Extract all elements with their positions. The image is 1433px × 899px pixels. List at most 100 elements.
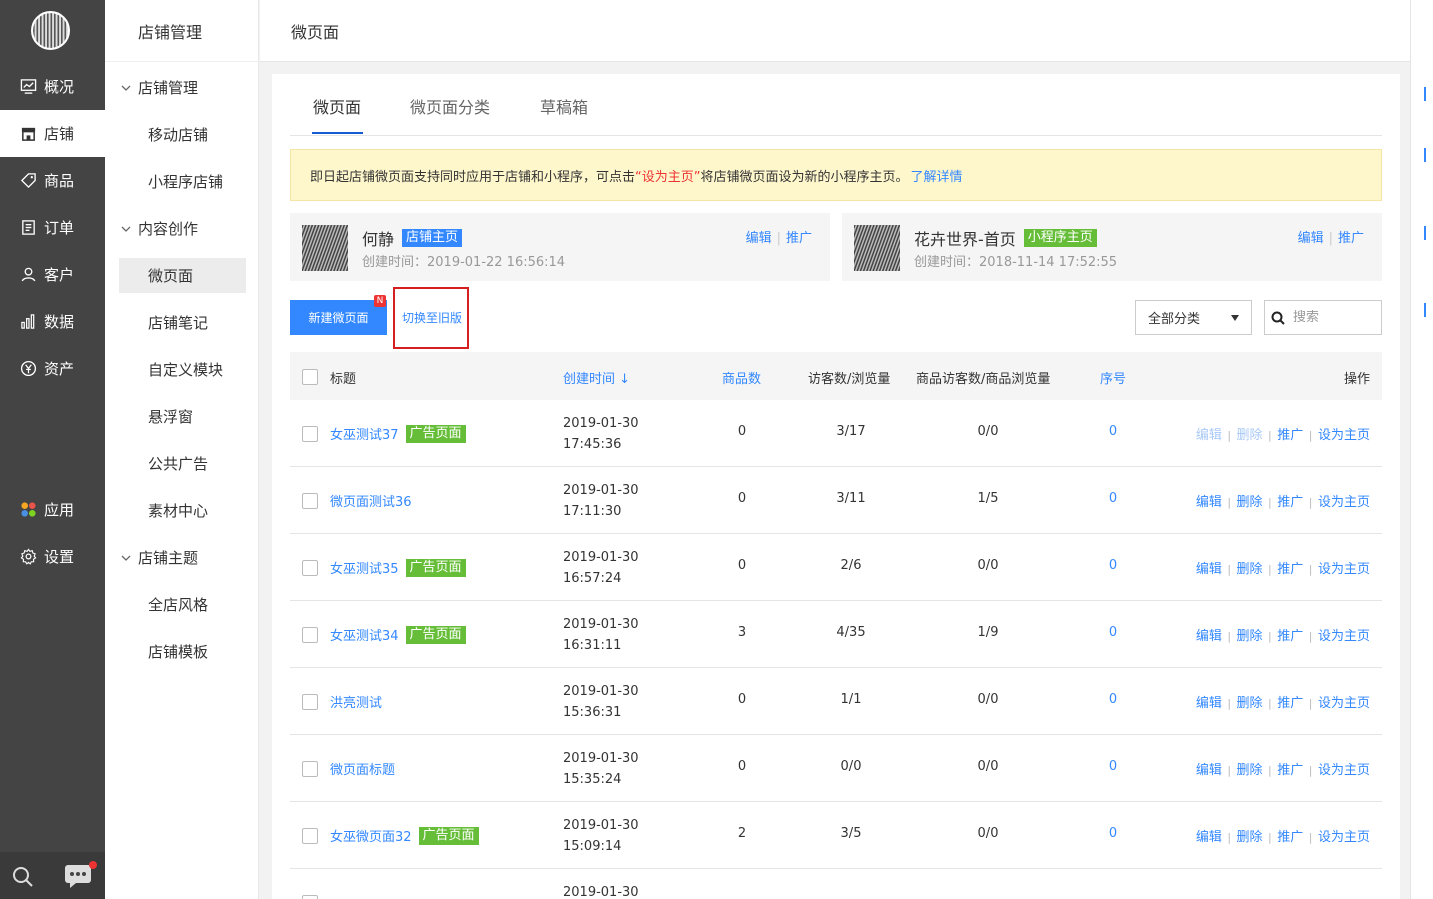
row-checkbox[interactable] [302,627,318,643]
primary-nav-item[interactable]: 应用 [0,486,105,533]
delete-link[interactable]: 删除 [1237,629,1263,644]
tab-micro-page-category[interactable]: 微页面分类 [410,94,490,118]
set-home-link[interactable]: 设为主页 [1318,562,1370,577]
column-operations: 操作 [1343,372,1370,387]
delete-link[interactable]: 删除 [1237,495,1263,510]
primary-nav-item[interactable]: 客户 [0,251,105,298]
edit-link[interactable]: 编辑 [1196,428,1222,443]
row-checkbox[interactable] [302,761,318,777]
column-order[interactable]: 序号 [1100,368,1126,387]
row-checkbox[interactable] [302,694,318,710]
primary-nav-item[interactable]: 店铺 [0,110,105,157]
primary-nav-item[interactable]: 资产 [0,345,105,392]
row-title-link[interactable]: 微页面测试36 [330,491,412,510]
promote-link[interactable]: 推广 [1338,231,1364,246]
edit-link[interactable]: 编辑 [746,231,772,246]
nav-item[interactable]: 素材中心 [119,493,246,528]
nav-group[interactable]: 店铺管理 [119,70,246,105]
set-home-link[interactable]: 设为主页 [1318,428,1370,443]
row-order[interactable]: 0 [1109,625,1117,640]
nav-item[interactable]: 公共广告 [119,446,246,481]
edit-link[interactable]: 编辑 [1298,231,1324,246]
nav-item[interactable]: 小程序店铺 [119,164,246,199]
edit-link[interactable]: 编辑 [1196,495,1222,510]
column-goods-count[interactable]: 商品数 [722,368,761,387]
promote-link[interactable]: 推广 [1277,629,1303,644]
nav-item[interactable]: 店铺笔记 [119,305,246,340]
nav-item[interactable]: 悬浮窗 [119,399,246,434]
nav-item[interactable]: 店铺模板 [119,634,246,669]
category-select[interactable]: 全部分类 [1135,300,1252,335]
row-checkbox[interactable] [302,895,318,899]
primary-nav-item[interactable]: 商品 [0,157,105,204]
learn-more-link[interactable]: 了解详情 [911,166,963,185]
separator: | [1305,764,1316,777]
switch-to-old-version-link[interactable]: 切换至旧版 [402,309,462,326]
search-icon[interactable] [12,866,34,888]
tab-drafts[interactable]: 草稿箱 [540,94,588,118]
nav-item[interactable]: 微页面 [119,258,246,293]
primary-nav-item[interactable]: 订单 [0,204,105,251]
delete-link[interactable]: 删除 [1237,562,1263,577]
main-card: 微页面 微页面分类 草稿箱 即日起店铺微页面支持同时应用于店铺和小程序，可点击 “… [272,74,1400,899]
delete-link[interactable]: 删除 [1237,696,1263,711]
row-operations: 编辑 | 删除 | 推广 | 设为主页 [1196,424,1370,443]
nav-item[interactable]: 自定义模块 [119,352,246,387]
store-logo[interactable] [31,11,70,50]
nav-group[interactable]: 内容创作 [119,211,246,246]
primary-nav-item[interactable]: 数据 [0,298,105,345]
separator: | [1305,496,1316,509]
set-home-link[interactable]: 设为主页 [1318,696,1370,711]
row-title-link[interactable]: 女巫测试35 [330,558,399,577]
nav-item[interactable]: 移动店铺 [119,117,246,152]
set-home-link[interactable]: 设为主页 [1318,763,1370,778]
promote-link[interactable]: 推广 [1277,763,1303,778]
set-home-link[interactable]: 设为主页 [1318,495,1370,510]
promote-link[interactable]: 推广 [1277,495,1303,510]
set-home-link[interactable]: 设为主页 [1318,830,1370,845]
promote-link[interactable]: 推广 [1277,562,1303,577]
nav-group[interactable]: 店铺主题 [119,540,246,575]
row-checkbox[interactable] [302,493,318,509]
search-input[interactable] [1293,310,1373,325]
row-order[interactable]: 0 [1109,759,1117,774]
message-icon[interactable] [64,864,92,888]
primary-nav-item[interactable]: 设置 [0,533,105,580]
edit-link[interactable]: 编辑 [1196,696,1222,711]
new-micro-page-button[interactable]: 新建微页面 [290,300,387,335]
delete-link[interactable]: 删除 [1237,830,1263,845]
row-title-link[interactable]: 微页面标题 [330,759,395,778]
row-title-link[interactable]: 女巫测试37 [330,424,399,443]
delete-link[interactable]: 删除 [1237,763,1263,778]
promote-link[interactable]: 推广 [1277,696,1303,711]
row-title-link[interactable]: 女巫微页面32 [330,826,412,845]
promote-link[interactable]: 推广 [786,231,812,246]
edit-link[interactable]: 编辑 [1196,830,1222,845]
tab-micro-page[interactable]: 微页面 [313,94,361,118]
row-order[interactable]: 0 [1109,692,1117,707]
delete-link[interactable]: 删除 [1237,428,1263,443]
edit-link[interactable]: 编辑 [1196,629,1222,644]
nav-label: 移动店铺 [148,126,209,144]
row-order[interactable]: 0 [1109,424,1117,439]
row-checkbox[interactable] [302,560,318,576]
yen-icon [19,360,37,378]
set-home-link[interactable]: 设为主页 [1318,629,1370,644]
separator: | [1223,831,1235,844]
row-checkbox[interactable] [302,426,318,442]
select-all-checkbox[interactable] [302,369,318,385]
row-checkbox[interactable] [302,828,318,844]
column-created-time[interactable]: 创建时间 ↓ [563,368,630,387]
edit-link[interactable]: 编辑 [1196,763,1222,778]
promote-link[interactable]: 推广 [1277,428,1303,443]
row-title-link[interactable]: 洪亮测试 [330,692,382,711]
row-order[interactable]: 0 [1109,826,1117,841]
promote-link[interactable]: 推广 [1277,830,1303,845]
row-order[interactable]: 0 [1109,491,1117,506]
nav-item[interactable]: 全店风格 [119,587,246,622]
row-title-cell: 微页面测试36 [330,491,412,510]
row-title-link[interactable]: 女巫测试34 [330,625,399,644]
edit-link[interactable]: 编辑 [1196,562,1222,577]
primary-nav-item[interactable]: 概况 [0,63,105,110]
row-order[interactable]: 0 [1109,558,1117,573]
